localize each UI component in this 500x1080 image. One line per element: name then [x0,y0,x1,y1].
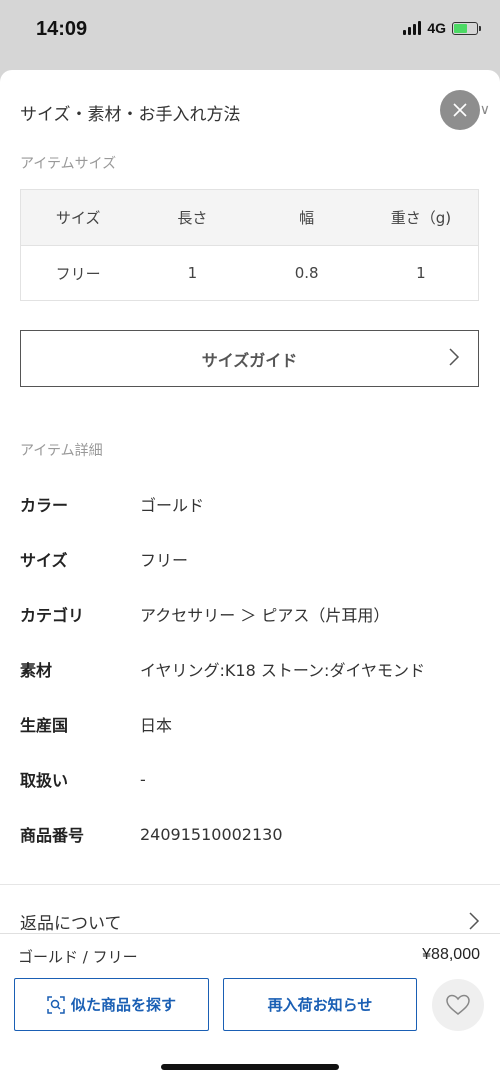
battery-icon [452,21,481,35]
table-row: フリー 1 0.8 1 [21,245,478,300]
status-indicators: 4G [403,20,481,36]
table-cell: 1 [416,264,426,282]
detail-key: 素材 [20,661,53,680]
chevron-right-icon [449,348,460,366]
find-similar-button[interactable]: 似た商品を探す [14,978,209,1031]
detail-row-handling: 取扱い - [20,764,480,794]
detail-value: 日本 [140,716,173,735]
detail-row-size: サイズ フリー [20,544,480,574]
table-cell: 0.8 [294,264,319,282]
item-detail-label: アイテム詳細 [20,443,103,459]
table-header-cell: 幅 [299,209,315,227]
status-time: 14:09 [36,18,88,40]
restock-notify-label: 再入荷お知らせ [267,996,373,1014]
item-size-label: アイテムサイズ [20,156,117,172]
detail-value: - [140,769,146,789]
size-guide-button[interactable]: サイズガイド [20,330,479,387]
detail-row-material: 素材 イヤリング:K18 ストーン:ダイヤモンド [20,654,480,684]
image-search-icon [47,995,65,1014]
variant-label: ゴールド / フリー [18,948,138,966]
sheet-title: サイズ・素材・お手入れ方法 [20,105,241,125]
detail-row-origin: 生産国 日本 [20,709,480,739]
detail-key: 生産国 [20,716,69,735]
heart-icon [446,994,470,1015]
table-cell: フリー [55,264,101,283]
size-guide-label: サイズガイド [201,350,298,370]
table-header-cell: サイズ [55,209,101,227]
close-button[interactable] [440,90,480,130]
detail-value: イヤリング:K18 ストーン:ダイヤモンド [140,661,425,680]
detail-value: アクセサリー ＞ ピアス（片耳用） [140,606,390,625]
returns-link[interactable]: 返品について [20,906,480,936]
home-indicator [161,1064,339,1070]
chevron-right-icon [469,912,480,930]
close-icon [453,103,467,117]
price: ¥88,000 [422,946,480,963]
divider [0,884,500,885]
favorite-button[interactable] [432,979,484,1031]
table-cell: 1 [187,264,198,282]
chevron-down-icon: ∨ [479,102,490,118]
status-bar: 14:09 4G [0,0,500,62]
detail-key: サイズ [20,551,68,570]
table-header-cell: 長さ [177,209,208,227]
detail-key: カテゴリ [20,606,85,625]
returns-label: 返品について [20,913,122,934]
detail-row-category: カテゴリ アクセサリー ＞ ピアス（片耳用） [20,599,480,629]
detail-value: 24091510002130 [140,824,283,844]
detail-value: ゴールド [140,496,205,515]
detail-value: フリー [140,551,189,570]
restock-notify-button[interactable]: 再入荷お知らせ [223,978,417,1031]
size-table-header: サイズ 長さ 幅 重さ（g) [21,190,478,245]
size-material-sheet: サイズ・素材・お手入れ方法 ∨ アイテムサイズ サイズ 長さ 幅 重さ（g) フ… [0,70,500,1080]
detail-key: 商品番号 [20,826,85,845]
purchase-bar: ゴールド / フリー ¥88,000 似た商品を探す 再入荷お知らせ [0,933,500,1080]
signal-icon [403,21,422,35]
size-table: サイズ 長さ 幅 重さ（g) フリー 1 0.8 1 [20,189,479,301]
detail-key: 取扱い [20,771,69,790]
find-similar-label: 似た商品を探す [70,996,176,1014]
detail-row-item-number: 商品番号 24091510002130 [20,819,480,849]
table-header-cell: 重さ（g) [390,209,452,227]
detail-row-color: カラー ゴールド [20,489,480,519]
network-type: 4G [427,20,446,36]
detail-key: カラー [20,496,69,515]
